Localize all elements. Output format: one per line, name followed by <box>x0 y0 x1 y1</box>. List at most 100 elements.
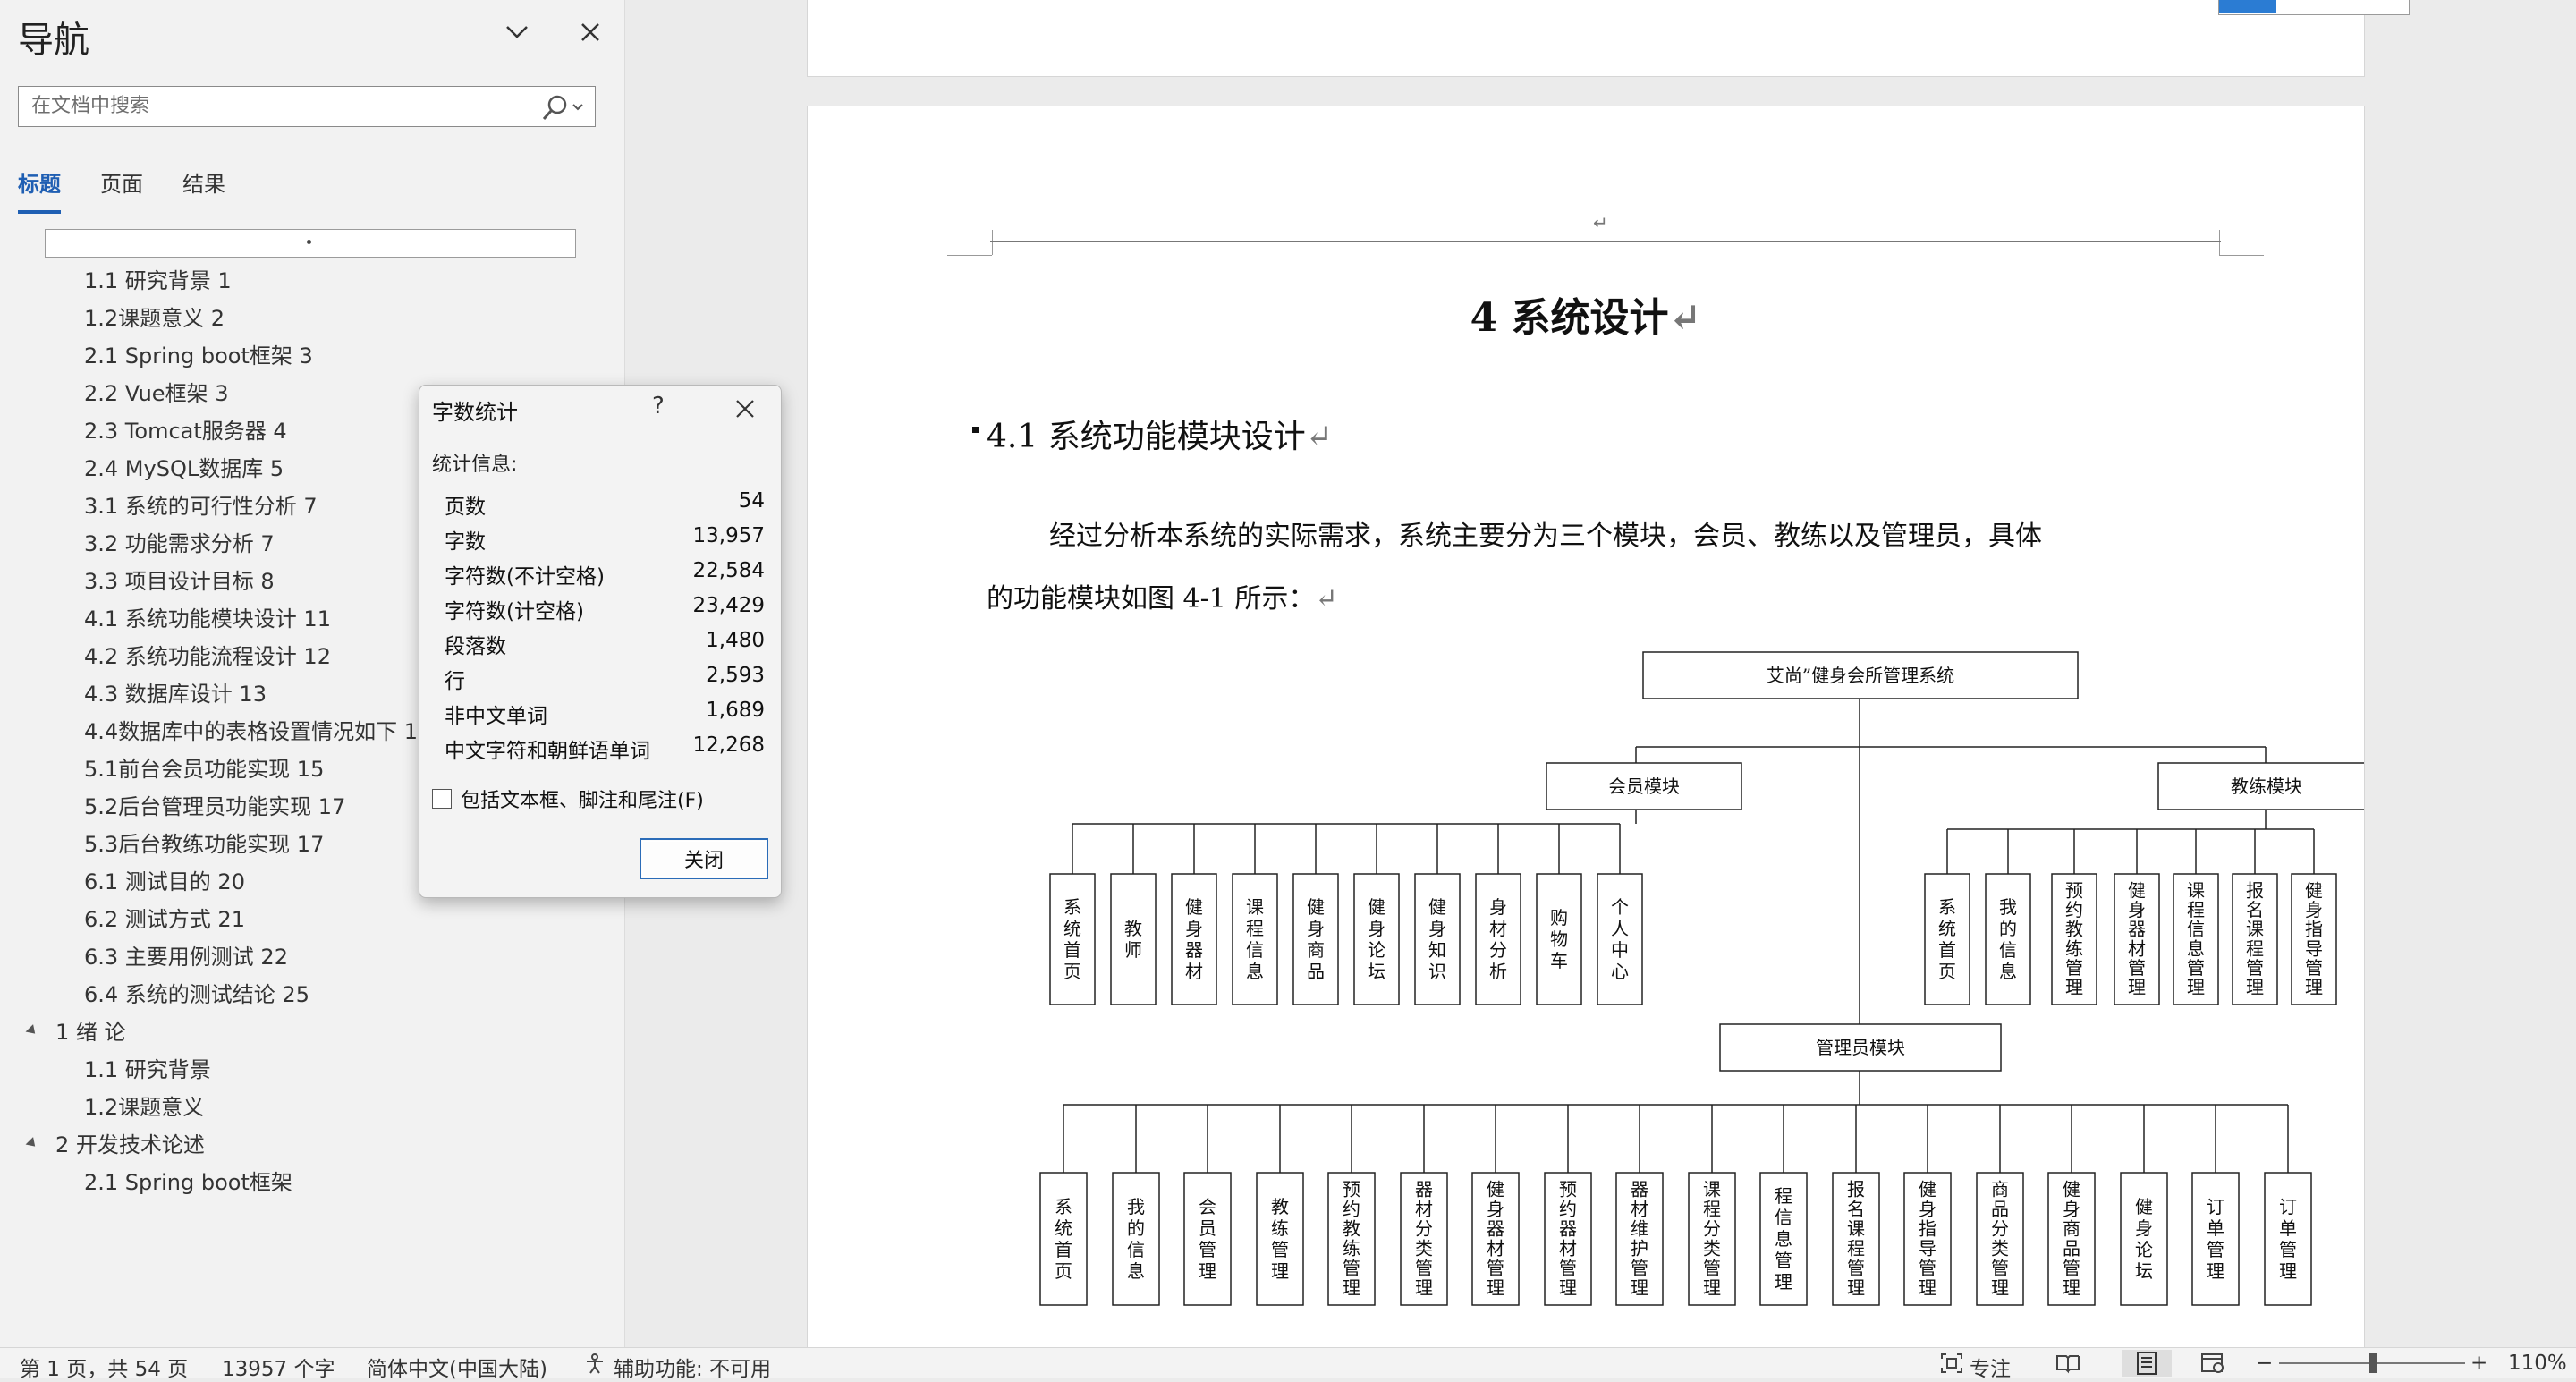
stat-label: 段落数 <box>445 635 506 658</box>
stat-value: 1,689 <box>706 699 765 722</box>
heading-item[interactable]: 4.1 系统功能模块设计 11 <box>84 601 331 632</box>
function-box <box>1544 1172 1592 1306</box>
function-label: 报名课程管理 <box>2246 879 2264 997</box>
stat-label: 页数 <box>445 496 486 519</box>
accessibility-icon[interactable] <box>583 1352 610 1375</box>
function-box <box>1110 873 1157 1005</box>
function-box <box>1171 873 1217 1005</box>
stat-label: 中文字符和朝鲜语单词 <box>445 740 650 763</box>
function-label: 系统首页 <box>1055 1196 1072 1282</box>
top-widget[interactable] <box>2218 0 2410 15</box>
margin-corner <box>947 255 992 256</box>
heading-item[interactable]: 2.1 Spring boot框架 <box>84 1165 292 1196</box>
stat-value: 1,480 <box>706 629 765 652</box>
heading-item[interactable]: 1.2课题意义 2 <box>84 301 225 332</box>
nav-options-chevron-icon[interactable] <box>499 14 535 50</box>
heading-item[interactable]: 1 绪 论 <box>55 1014 126 1046</box>
heading-item[interactable]: 2.3 Tomcat服务器 4 <box>84 413 287 445</box>
function-label: 健身指导管理 <box>2305 879 2323 997</box>
function-label: 健身器材 <box>1185 896 1203 982</box>
header-rule <box>990 241 2221 242</box>
chapter-title[interactable]: 4 系统设计↵ <box>808 285 2364 343</box>
selected-heading-box[interactable] <box>45 229 576 258</box>
heading-item[interactable]: 4.4数据库中的表格设置情况如下 13 <box>84 714 431 745</box>
zoom-slider-thumb[interactable] <box>2369 1353 2377 1373</box>
search-icon[interactable] <box>538 92 586 123</box>
heading-item[interactable]: 1.2课题意义 <box>84 1089 204 1121</box>
stat-row: 段落数 1,480 <box>445 629 765 659</box>
tab-results[interactable]: 结果 <box>182 166 225 214</box>
stats-section-label: 统计信息: <box>432 454 518 476</box>
heading-item[interactable]: 1.1 研究背景 1 <box>84 263 232 294</box>
stat-value: 23,429 <box>692 594 765 617</box>
heading-item[interactable]: 2.1 Spring boot框架 3 <box>84 338 313 369</box>
include-textbox-checkbox-row[interactable]: 包括文本框、脚注和尾注(F) <box>432 784 704 813</box>
heading-item[interactable]: 2 开发技术论述 <box>55 1127 205 1158</box>
close-button[interactable]: 关闭 <box>640 838 768 879</box>
heading-item[interactable]: 2.4 MySQL数据库 5 <box>84 451 284 482</box>
function-box <box>1292 873 1339 1005</box>
function-box <box>1985 873 2031 1005</box>
section-title-text: 4.1 系统功能模块设计 <box>987 419 1306 455</box>
stat-value: 12,268 <box>692 733 765 757</box>
heading-item[interactable]: 1.1 研究背景 <box>84 1052 211 1083</box>
heading-item[interactable]: 6.1 测试目的 20 <box>84 864 245 895</box>
zoom-level[interactable]: 110% <box>2508 1352 2567 1375</box>
function-label: 健身商品 <box>1307 896 1325 982</box>
section-title[interactable]: 4.1 系统功能模块设计↵ <box>972 411 1333 457</box>
para-line-2: 的功能模块如图 4-1 所示： <box>987 583 1316 615</box>
heading-item[interactable]: 5.1前台会员功能实现 15 <box>84 751 324 783</box>
function-box <box>1353 873 1400 1005</box>
stat-row: 字符数(不计空格) 22,584 <box>445 559 765 589</box>
dialog-title: 字数统计 <box>432 400 518 425</box>
zoom-out-button[interactable]: − <box>2256 1352 2273 1375</box>
heading-item[interactable]: 2.2 Vue框架 3 <box>84 376 228 407</box>
tab-pages[interactable]: 页面 <box>100 166 143 214</box>
root-module-box <box>1642 651 2079 699</box>
heading-item[interactable]: 6.3 主要用例测试 22 <box>84 939 288 971</box>
focus-icon[interactable] <box>1939 1352 1966 1375</box>
stat-value: 2,593 <box>706 664 765 687</box>
function-label: 课程信息管理 <box>2187 879 2205 997</box>
function-label: 健身指导管理 <box>1919 1179 1936 1299</box>
heading-item[interactable]: 3.3 项目设计目标 8 <box>84 564 275 595</box>
heading-item[interactable]: 3.1 系统的可行性分析 7 <box>84 488 318 520</box>
zoom-in-button[interactable]: + <box>2470 1352 2487 1375</box>
tab-headings[interactable]: 标题 <box>18 166 61 214</box>
stat-value: 13,957 <box>692 524 765 547</box>
dialog-help-button[interactable]: ? <box>652 393 665 420</box>
heading-item[interactable]: 4.3 数据库设计 13 <box>84 676 267 708</box>
stat-row: 非中文单词 1,689 <box>445 699 765 729</box>
heading-item[interactable]: 4.2 系统功能流程设计 12 <box>84 639 331 670</box>
collapse-triangle-icon[interactable] <box>25 1024 39 1038</box>
function-label: 器材维护管理 <box>1631 1179 1648 1299</box>
body-paragraph[interactable]: 经过分析本系统的实际需求，系统主要分为三个模块，会员、教练以及管理员，具体 的功能… <box>987 505 2239 631</box>
nav-close-icon[interactable] <box>572 14 608 50</box>
return-mark: ↵ <box>1668 295 1702 341</box>
heading-item[interactable]: 5.3后台教练功能实现 17 <box>84 827 324 858</box>
member-module-box <box>1546 762 1742 810</box>
dialog-close-icon[interactable] <box>727 391 763 427</box>
function-box <box>2051 873 2097 1005</box>
function-label: 个人中心 <box>1611 896 1629 982</box>
collapse-triangle-icon[interactable] <box>25 1137 39 1150</box>
function-box <box>1536 873 1582 1005</box>
nav-title: 导航 <box>18 20 89 61</box>
heading-item[interactable]: 6.4 系统的测试结论 25 <box>84 977 309 1008</box>
heading-item[interactable]: 6.2 测试方式 21 <box>84 902 245 933</box>
function-label: 教练管理 <box>1271 1196 1289 1282</box>
document-page[interactable]: ↵ 4 系统设计↵ 4.1 系统功能模块设计↵ 经过分析本系统的实际需求，系统主… <box>807 106 2365 1347</box>
print-layout-icon[interactable] <box>2122 1350 2172 1377</box>
stat-label: 行 <box>445 670 465 693</box>
read-mode-icon[interactable] <box>2055 1352 2082 1375</box>
header-return-mark: ↵ <box>1593 212 1608 233</box>
search-input[interactable] <box>30 94 534 118</box>
member-module-label: 会员模块 <box>1608 776 1680 797</box>
web-layout-icon[interactable] <box>2200 1352 2227 1375</box>
include-textbox-checkbox[interactable] <box>432 789 452 809</box>
heading-item[interactable]: 3.2 功能需求分析 7 <box>84 526 275 557</box>
stat-label: 字数 <box>445 530 486 554</box>
chapter-title-text: 4 系统设计 <box>1470 295 1669 341</box>
heading-item[interactable]: 5.2后台管理员功能实现 17 <box>84 789 345 820</box>
function-box <box>1232 873 1278 1005</box>
